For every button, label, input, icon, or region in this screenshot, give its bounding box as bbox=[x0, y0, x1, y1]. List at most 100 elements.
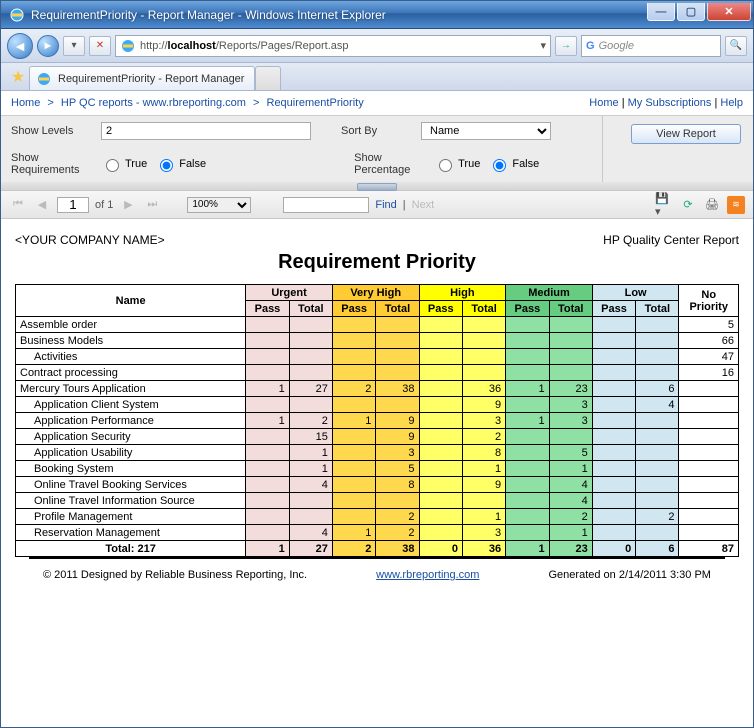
google-icon: G bbox=[586, 40, 595, 52]
search-box[interactable]: G Google bbox=[581, 35, 721, 57]
show-pct-false[interactable]: False bbox=[488, 156, 539, 172]
row-name: Business Models bbox=[16, 333, 246, 349]
next-page-icon[interactable]: ▶ bbox=[119, 196, 137, 214]
breadcrumb-right: Home | My Subscriptions | Help bbox=[589, 97, 743, 109]
stop-button[interactable]: ✕ bbox=[89, 36, 111, 56]
report-body: <YOUR COMPANY NAME> HP Quality Center Re… bbox=[1, 219, 753, 727]
show-req-label: Show Requirements bbox=[11, 152, 101, 176]
parameters-panel: View Report Show Levels Sort By Name Sho… bbox=[1, 116, 753, 191]
table-row: Mercury Tours Application127238361236 bbox=[16, 381, 739, 397]
link-help[interactable]: Help bbox=[720, 97, 743, 109]
col-urgent: Urgent bbox=[246, 285, 333, 301]
table-row: Application Security1592 bbox=[16, 429, 739, 445]
show-levels-input[interactable] bbox=[101, 122, 311, 140]
link-home[interactable]: Home bbox=[589, 97, 618, 109]
prev-page-icon[interactable]: ◀ bbox=[33, 196, 51, 214]
forward-button[interactable]: ► bbox=[37, 35, 59, 57]
table-row: Booking System1511 bbox=[16, 461, 739, 477]
table-row: Online Travel Booking Services4894 bbox=[16, 477, 739, 493]
sort-by-select[interactable]: Name bbox=[421, 122, 551, 140]
table-row: Profile Management2122 bbox=[16, 509, 739, 525]
find-link[interactable]: Find bbox=[375, 199, 396, 211]
first-page-icon[interactable]: ⏮ bbox=[9, 196, 27, 214]
new-tab-button[interactable] bbox=[255, 66, 281, 90]
browser-navbar: ◄ ► ▾ ✕ http://localhost/Reports/Pages/R… bbox=[1, 29, 753, 63]
crumb-hpqc[interactable]: HP QC reports - www.rbreporting.com bbox=[61, 97, 246, 109]
table-row: Application Usability1385 bbox=[16, 445, 739, 461]
table-row: Reservation Management41231 bbox=[16, 525, 739, 541]
row-name: Assemble order bbox=[16, 317, 246, 333]
priority-table: Name Urgent Very High High Medium Low No… bbox=[15, 284, 739, 557]
show-req-false[interactable]: False bbox=[155, 156, 206, 172]
back-button[interactable]: ◄ bbox=[7, 33, 33, 59]
report-breadcrumb-bar: Home > HP QC reports - www.rbreporting.c… bbox=[1, 91, 753, 116]
page-of-label: of 1 bbox=[95, 199, 113, 211]
table-row: Contract processing16 bbox=[16, 365, 739, 381]
window-titlebar: RequirementPriority - Report Manager - W… bbox=[1, 1, 753, 29]
table-row: Online Travel Information Source4 bbox=[16, 493, 739, 509]
panel-resize-grip[interactable] bbox=[1, 182, 753, 190]
row-name: Booking System bbox=[16, 461, 246, 477]
row-name: Application Usability bbox=[16, 445, 246, 461]
row-name: Reservation Management bbox=[16, 525, 246, 541]
breadcrumb-left: Home > HP QC reports - www.rbreporting.c… bbox=[11, 97, 364, 109]
last-page-icon[interactable]: ⏭ bbox=[143, 196, 161, 214]
address-bar[interactable]: http://localhost/Reports/Pages/Report.as… bbox=[115, 35, 551, 57]
col-nopri: No Priority bbox=[679, 285, 739, 317]
table-row: Business Models66 bbox=[16, 333, 739, 349]
footer-copyright: © 2011 Designed by Reliable Business Rep… bbox=[43, 569, 307, 581]
find-next-link[interactable]: Next bbox=[412, 199, 435, 211]
zoom-select[interactable]: 100% bbox=[187, 197, 251, 213]
total-row: Total: 2171272380361230687 bbox=[16, 541, 739, 557]
favorites-icon[interactable]: ★ bbox=[7, 66, 29, 88]
tab-title: RequirementPriority - Report Manager bbox=[58, 73, 244, 85]
maximize-button[interactable]: ▢ bbox=[677, 3, 705, 21]
active-tab[interactable]: RequirementPriority - Report Manager bbox=[29, 66, 255, 90]
find-input[interactable] bbox=[283, 197, 369, 213]
report-topright: HP Quality Center Report bbox=[603, 233, 739, 247]
minimize-button[interactable]: — bbox=[647, 3, 675, 21]
row-name: Mercury Tours Application bbox=[16, 381, 246, 397]
report-footer: © 2011 Designed by Reliable Business Rep… bbox=[29, 557, 725, 587]
show-pct-true[interactable]: True bbox=[434, 156, 480, 172]
window-title: RequirementPriority - Report Manager - W… bbox=[31, 8, 645, 22]
show-pct-label: Show Percentage bbox=[354, 152, 434, 176]
footer-link[interactable]: www.rbreporting.com bbox=[376, 569, 479, 581]
footer-generated: Generated on 2/14/2011 3:30 PM bbox=[549, 569, 711, 581]
row-name: Activities bbox=[16, 349, 246, 365]
close-button[interactable]: ✕ bbox=[707, 3, 751, 21]
col-medium: Medium bbox=[506, 285, 593, 301]
print-icon[interactable]: 🖨 bbox=[703, 196, 721, 214]
report-title: Requirement Priority bbox=[15, 251, 739, 274]
col-low: Low bbox=[592, 285, 679, 301]
company-name: <YOUR COMPANY NAME> bbox=[15, 233, 165, 247]
show-req-true[interactable]: True bbox=[101, 156, 147, 172]
viewer-toolbar: ⏮ ◀ of 1 ▶ ⏭ 100% Find | Next 💾▾ ⟳ 🖨 ≋ bbox=[1, 191, 753, 219]
nav-dropdown[interactable]: ▾ bbox=[63, 36, 85, 56]
view-report-button[interactable]: View Report bbox=[631, 124, 741, 144]
tabs-bar: ★ RequirementPriority - Report Manager bbox=[1, 63, 753, 91]
row-name: Profile Management bbox=[16, 509, 246, 525]
link-subscriptions[interactable]: My Subscriptions bbox=[628, 97, 712, 109]
show-levels-label: Show Levels bbox=[11, 125, 101, 137]
search-go[interactable]: 🔍 bbox=[725, 36, 747, 56]
row-name: Application Performance bbox=[16, 413, 246, 429]
go-button[interactable]: → bbox=[555, 36, 577, 56]
table-row: Activities47 bbox=[16, 349, 739, 365]
col-high: High bbox=[419, 285, 506, 301]
col-name: Name bbox=[16, 285, 246, 317]
address-url: http://localhost/Reports/Pages/Report.as… bbox=[140, 40, 349, 52]
table-row: Application Client System934 bbox=[16, 397, 739, 413]
crumb-home[interactable]: Home bbox=[11, 97, 40, 109]
addr-dropdown-icon[interactable]: ▾ bbox=[540, 39, 546, 52]
col-vhigh: Very High bbox=[332, 285, 419, 301]
export-icon[interactable]: 💾▾ bbox=[655, 196, 673, 214]
feed-icon[interactable]: ≋ bbox=[727, 196, 745, 214]
search-placeholder: Google bbox=[599, 40, 634, 52]
page-number-input[interactable] bbox=[57, 197, 89, 213]
refresh-icon[interactable]: ⟳ bbox=[679, 196, 697, 214]
sort-by-label: Sort By bbox=[341, 125, 421, 137]
crumb-current[interactable]: RequirementPriority bbox=[267, 97, 364, 109]
row-name: Contract processing bbox=[16, 365, 246, 381]
table-row: Assemble order5 bbox=[16, 317, 739, 333]
